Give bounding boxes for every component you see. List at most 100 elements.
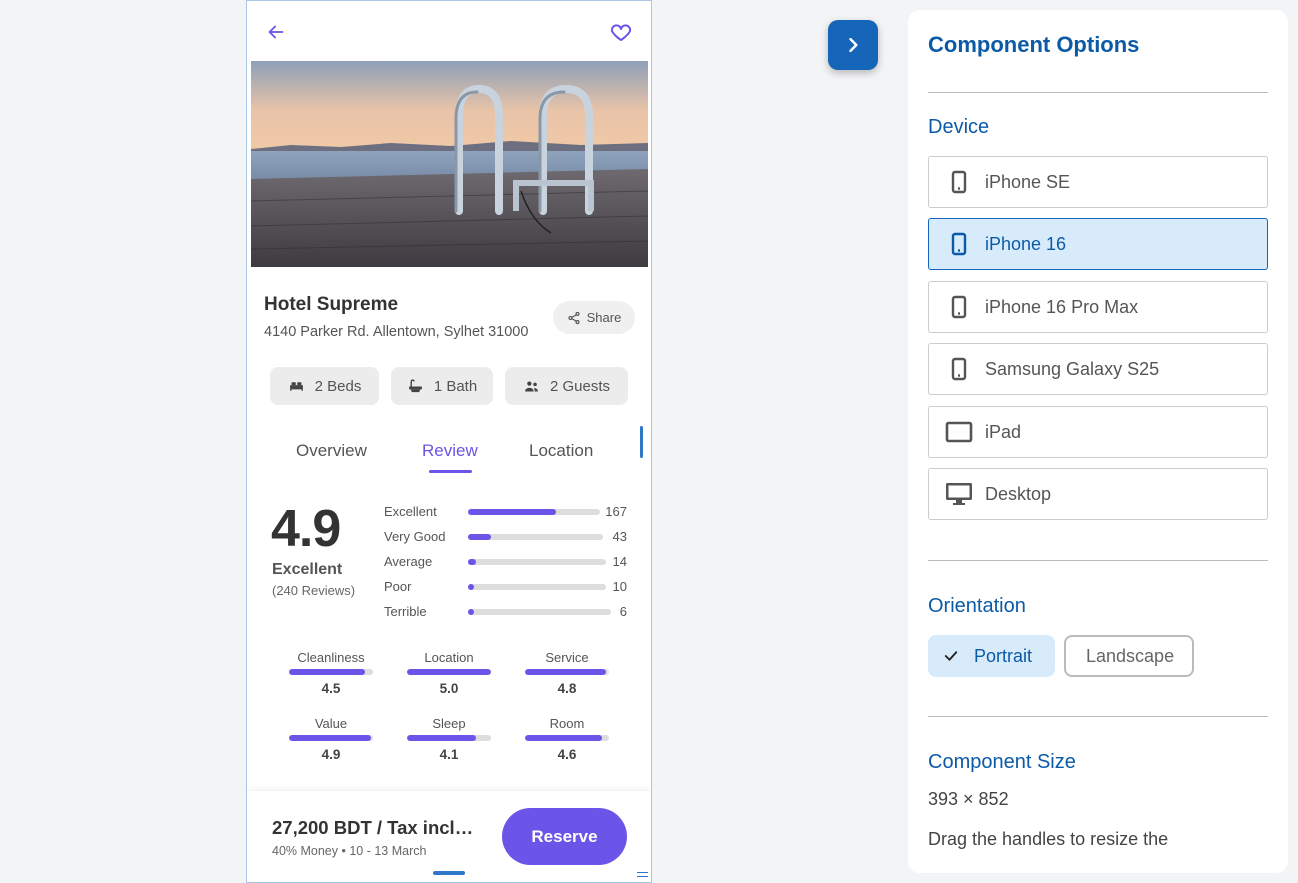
- rating-bar-fill: [468, 509, 556, 515]
- tab-review[interactable]: Review: [422, 441, 478, 461]
- rating-row-count: 6: [619, 604, 627, 619]
- tab-scrollbar[interactable]: [640, 426, 643, 458]
- category-rating: Room 4.6: [517, 716, 617, 762]
- category-label: Value: [314, 716, 348, 731]
- rating-row: Poor 10: [384, 579, 627, 595]
- rating-row: Terrible 6: [384, 604, 627, 620]
- category-value: 5.0: [439, 681, 459, 696]
- chevron-right-icon: [849, 37, 858, 53]
- rating-bar-track: [468, 609, 611, 615]
- category-bar-fill: [525, 669, 606, 675]
- guests-chip: 2 Guests: [505, 367, 628, 405]
- rating-row-label: Excellent: [384, 504, 437, 519]
- component-size-value: 393 × 852: [928, 789, 1009, 809]
- category-bar-fill: [289, 735, 371, 741]
- device-option-label: iPhone 16 Pro Max: [985, 296, 1139, 317]
- share-icon: [568, 311, 580, 324]
- category-bar-track: [407, 735, 491, 741]
- back-arrow-icon[interactable]: [265, 21, 287, 43]
- guests-label: 2 Guests: [549, 377, 611, 395]
- phone-icon: [945, 168, 973, 196]
- phone-preview: Hotel Supreme 4140 Parker Rd. Allentown,…: [246, 0, 652, 883]
- category-bar-fill: [525, 735, 602, 741]
- rating-row-label: Poor: [384, 579, 412, 594]
- device-option-label: iPad: [985, 421, 1022, 442]
- category-bar-track: [289, 669, 373, 675]
- portrait-option[interactable]: Portrait: [928, 635, 1055, 677]
- category-value: 4.9: [321, 747, 341, 762]
- booking-details: 40% Money • 10 - 13 March: [272, 844, 427, 858]
- device-option-label: iPhone 16: [985, 233, 1067, 254]
- monitor-icon: [945, 480, 973, 508]
- category-value: 4.5: [321, 681, 341, 696]
- size-section-title: Component Size: [928, 751, 1076, 773]
- tab-location[interactable]: Location: [529, 441, 593, 461]
- category-rating: Value 4.9: [281, 716, 381, 762]
- check-icon: [944, 651, 958, 661]
- device-option-label: Desktop: [985, 483, 1052, 504]
- category-bar-track: [289, 735, 373, 741]
- category-value: 4.1: [439, 747, 459, 762]
- beds-label: 2 Beds: [314, 377, 362, 395]
- category-label: Sleep: [432, 716, 466, 731]
- collapse-panel-button[interactable]: [828, 20, 878, 70]
- category-rating: Sleep 4.1: [399, 716, 499, 762]
- rating-row: Excellent 167: [384, 504, 627, 520]
- rating-row-count: 43: [612, 529, 627, 544]
- device-option[interactable]: Samsung Galaxy S25: [928, 343, 1268, 395]
- category-label: Cleanliness: [297, 650, 365, 665]
- bathtub-icon: [408, 378, 422, 392]
- rating-bar-track: [468, 584, 606, 590]
- price-text: 27,200 BDT / Tax included: [272, 817, 477, 838]
- active-tab-indicator: [429, 470, 472, 473]
- divider: [928, 716, 1268, 717]
- divider: [928, 560, 1268, 561]
- bath-chip: 1 Bath: [391, 367, 493, 405]
- device-option[interactable]: iPhone SE: [928, 156, 1268, 208]
- hotel-name: Hotel Supreme: [264, 294, 399, 315]
- rating-row: Very Good 43: [384, 529, 627, 545]
- share-button[interactable]: Share: [553, 301, 635, 334]
- rating-bar-track: [468, 559, 606, 565]
- home-indicator: [433, 871, 465, 875]
- category-label: Location: [424, 650, 474, 665]
- device-option[interactable]: iPhone 16 Pro Max: [928, 281, 1268, 333]
- device-option[interactable]: iPad: [928, 406, 1268, 458]
- phone-icon: [945, 230, 973, 258]
- rating-row-label: Average: [384, 554, 433, 569]
- category-bar-track: [525, 735, 609, 741]
- hotel-photo: [251, 61, 648, 267]
- review-count: (240 Reviews): [272, 583, 356, 598]
- booking-bar: 27,200 BDT / Tax included 40% Money • 10…: [247, 791, 651, 882]
- rating-row-count: 14: [612, 554, 627, 569]
- rating-bar-fill: [468, 559, 476, 565]
- portrait-label: Portrait: [974, 645, 1033, 666]
- category-label: Room: [549, 716, 585, 731]
- device-option[interactable]: iPhone 16: [928, 218, 1268, 270]
- device-section-title: Device: [928, 116, 990, 138]
- top-bar: [247, 1, 651, 61]
- category-bar-track: [525, 669, 609, 675]
- divider: [928, 92, 1268, 93]
- rating-bar-track: [468, 509, 600, 515]
- category-value: 4.8: [557, 681, 577, 696]
- bath-label: 1 Bath: [433, 377, 478, 395]
- landscape-label: Landscape: [1086, 645, 1175, 666]
- tab-overview[interactable]: Overview: [296, 441, 367, 461]
- size-help-text: Drag the handles to resize the: [928, 829, 1169, 849]
- rating-row-label: Very Good: [384, 529, 446, 544]
- component-options-panel: Component Options Device iPhone SE iPhone…: [908, 10, 1288, 873]
- reserve-button[interactable]: Reserve: [502, 808, 627, 865]
- beds-chip: 2 Beds: [270, 367, 379, 405]
- rating-row-count: 167: [605, 504, 627, 519]
- landscape-option[interactable]: Landscape: [1064, 635, 1194, 677]
- rating-bar-fill: [468, 609, 474, 615]
- resize-handle[interactable]: [637, 872, 648, 877]
- category-value: 4.6: [557, 747, 577, 762]
- device-option[interactable]: Desktop: [928, 468, 1268, 520]
- category-bar-fill: [289, 669, 365, 675]
- heart-icon[interactable]: [609, 20, 633, 44]
- category-rating: Service 4.8: [517, 650, 617, 696]
- hotel-address: 4140 Parker Rd. Allentown, Sylhet 31000: [264, 324, 529, 340]
- rating-row-count: 10: [612, 579, 627, 594]
